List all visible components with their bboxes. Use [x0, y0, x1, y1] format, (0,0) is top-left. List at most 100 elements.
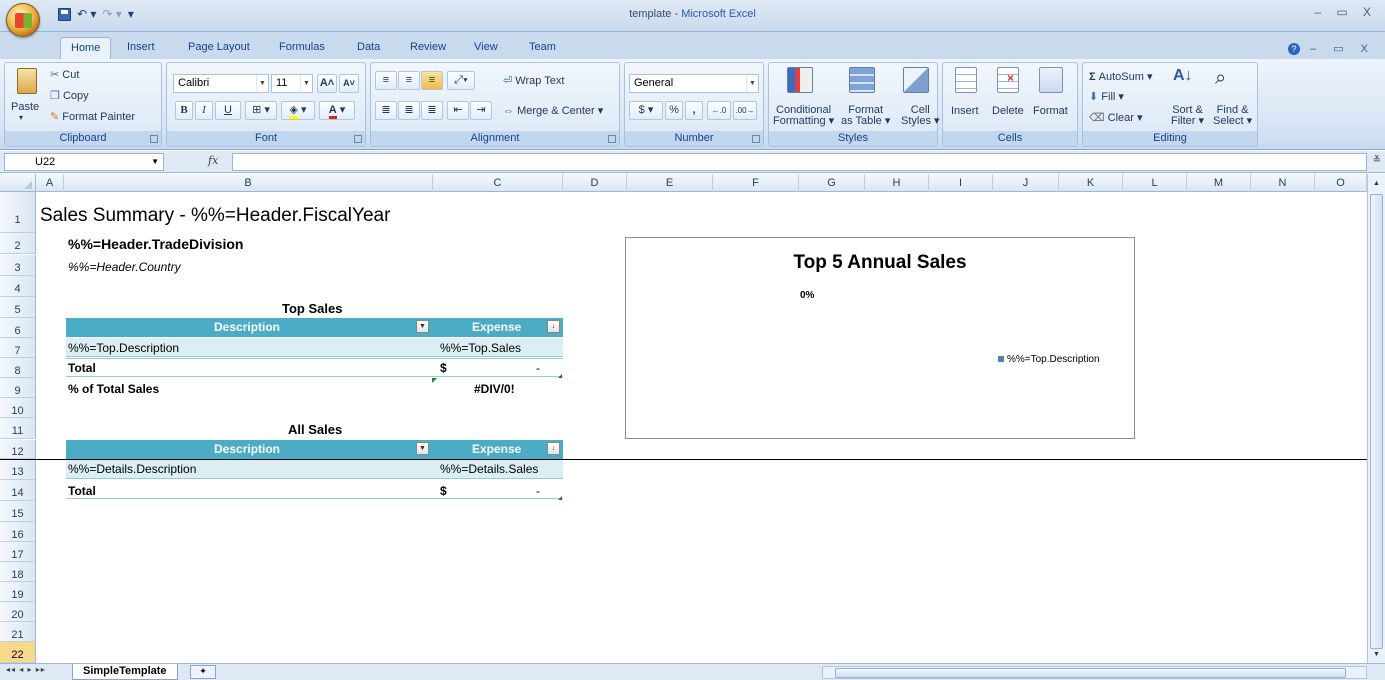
column-header[interactable]: H	[865, 174, 929, 192]
align-middle-button[interactable]: ≡	[398, 71, 420, 90]
office-button[interactable]	[6, 3, 40, 37]
all-total-label[interactable]: Total	[68, 484, 96, 498]
trade-division-cell[interactable]: %%=Header.TradeDivision	[68, 236, 243, 252]
format-cells-button[interactable]: Format	[1033, 105, 1068, 117]
row-header[interactable]: 19	[0, 582, 36, 602]
sheet-nav-buttons[interactable]: ◂◂ ◂ ▸ ▸▸	[6, 665, 46, 674]
font-color-button[interactable]: A ▾	[319, 101, 355, 120]
increase-indent-button[interactable]: ⇥	[470, 101, 492, 120]
column-header[interactable]: G	[799, 174, 865, 192]
top-sales-title[interactable]: Top Sales	[282, 301, 342, 316]
tab-formulas[interactable]: Formulas	[279, 41, 325, 53]
row-header[interactable]: 15	[0, 501, 36, 522]
align-center-button[interactable]: ≣	[398, 101, 420, 120]
column-header[interactable]: E	[627, 174, 713, 192]
name-box[interactable]: U22 ▼	[4, 153, 164, 171]
conditional-formatting-button[interactable]: Conditional Formatting ▾	[773, 105, 834, 127]
top-total-label[interactable]: Total	[68, 361, 96, 375]
row-header[interactable]: 16	[0, 522, 36, 542]
row-header[interactable]: 8	[0, 358, 36, 378]
table-resize-handle-icon[interactable]	[558, 374, 562, 378]
shrink-font-button[interactable]: A˅	[339, 74, 359, 93]
number-launcher-icon[interactable]	[752, 135, 760, 143]
all-description-cell[interactable]: %%=Details.Description	[68, 462, 196, 476]
number-format-select[interactable]: General ▼	[629, 74, 759, 93]
column-header[interactable]: J	[993, 174, 1059, 192]
top-total-dollar[interactable]: $	[440, 361, 447, 375]
row-header[interactable]: 21	[0, 622, 36, 642]
paste-dropdown-icon[interactable]: ▾	[19, 113, 23, 122]
row-header[interactable]: 20	[0, 602, 36, 622]
insert-function-button[interactable]: fx	[208, 154, 218, 167]
underline-button[interactable]: U	[215, 101, 241, 120]
top-description-cell[interactable]: %%=Top.Description	[68, 341, 179, 355]
error-indicator-icon[interactable]	[432, 378, 437, 383]
horizontal-scroll-thumb[interactable]	[835, 668, 1346, 678]
doc-window-controls[interactable]: – ▭ X	[1310, 43, 1375, 55]
clear-button[interactable]: ⌫ Clear ▾	[1089, 111, 1143, 124]
column-header[interactable]: O	[1315, 174, 1367, 192]
row-header[interactable]: 2	[0, 233, 36, 254]
row-header[interactable]: 6	[0, 318, 36, 338]
chart-data-label[interactable]: 0%	[800, 290, 814, 301]
format-painter-button[interactable]: ✎ Format Painter	[50, 110, 135, 123]
column-header[interactable]: N	[1251, 174, 1315, 192]
all-sales-title[interactable]: All Sales	[288, 422, 342, 437]
table-resize-handle-icon[interactable]	[558, 496, 562, 500]
pct-total-value[interactable]: #DIV/0!	[474, 382, 515, 396]
align-bottom-button[interactable]: ≡	[421, 71, 443, 90]
horizontal-scrollbar[interactable]	[822, 666, 1367, 679]
clipboard-launcher-icon[interactable]	[150, 135, 158, 143]
italic-button[interactable]: I	[195, 101, 213, 120]
row-header[interactable]: 22	[0, 642, 36, 663]
decrease-decimal-button[interactable]: .00→	[733, 101, 757, 120]
copy-button[interactable]: ❐ Copy	[50, 89, 89, 102]
tab-view[interactable]: View	[474, 41, 498, 53]
chevron-down-icon[interactable]: ▼	[151, 154, 159, 170]
cut-button[interactable]: ✂ Cut	[50, 68, 79, 81]
row-header[interactable]: 18	[0, 562, 36, 582]
sort-dropdown-icon[interactable]: ↓	[547, 320, 560, 333]
formula-input[interactable]	[232, 153, 1367, 171]
top-header-description[interactable]: Description	[214, 320, 280, 334]
help-icon[interactable]: ?	[1287, 43, 1300, 55]
paste-button[interactable]: Paste	[11, 101, 39, 113]
font-size-select[interactable]: 11 ▼	[271, 74, 313, 93]
increase-decimal-button[interactable]: ←.0	[707, 101, 731, 120]
alignment-launcher-icon[interactable]	[608, 135, 616, 143]
top-sales-cell[interactable]: %%=Top.Sales	[440, 341, 521, 355]
align-right-button[interactable]: ≣	[421, 101, 443, 120]
report-title[interactable]: Sales Summary - %%=Header.FiscalYear	[40, 205, 390, 227]
column-header[interactable]: D	[563, 174, 627, 192]
bold-button[interactable]: B	[175, 101, 193, 120]
wrap-text-button[interactable]: ⏎ Wrap Text	[503, 74, 564, 87]
tab-review[interactable]: Review	[410, 41, 446, 53]
row-header[interactable]: 14	[0, 480, 36, 501]
expand-formula-bar-icon[interactable]: ≚	[1373, 155, 1381, 166]
orientation-button[interactable]: ⤢▾	[447, 71, 475, 90]
filter-dropdown-icon[interactable]: ▼	[416, 320, 429, 333]
format-as-table-button[interactable]: Format as Table ▾	[841, 105, 890, 127]
find-select-button[interactable]: Find & Select ▾	[1213, 105, 1252, 127]
filter-dropdown-icon[interactable]: ▼	[416, 442, 429, 455]
row-header[interactable]: 10	[0, 398, 36, 418]
country-cell[interactable]: %%=Header.Country	[68, 260, 181, 274]
chart-legend[interactable]: %%=Top.Description	[998, 354, 1100, 365]
tab-data[interactable]: Data	[357, 41, 380, 53]
font-launcher-icon[interactable]	[354, 135, 362, 143]
align-top-button[interactable]: ≡	[375, 71, 397, 90]
all-total-value[interactable]: -	[536, 484, 540, 498]
tab-page-layout[interactable]: Page Layout	[188, 41, 250, 53]
chart-title[interactable]: Top 5 Annual Sales	[626, 252, 1134, 274]
column-header[interactable]: I	[929, 174, 993, 192]
row-header[interactable]: 13	[0, 459, 36, 480]
cell-styles-button[interactable]: Cell Styles ▾	[901, 105, 940, 127]
document-controls[interactable]: ? – ▭ X	[1287, 42, 1375, 55]
all-sales-cell[interactable]: %%=Details.Sales	[440, 462, 538, 476]
tab-team[interactable]: Team	[529, 41, 556, 53]
column-header[interactable]: B	[64, 174, 433, 192]
vertical-scrollbar[interactable]: ▲ ▼	[1367, 174, 1385, 663]
vertical-scroll-thumb[interactable]	[1370, 194, 1383, 649]
sort-dropdown-icon[interactable]: ↓	[547, 442, 560, 455]
currency-button[interactable]: $ ▾	[629, 101, 663, 120]
